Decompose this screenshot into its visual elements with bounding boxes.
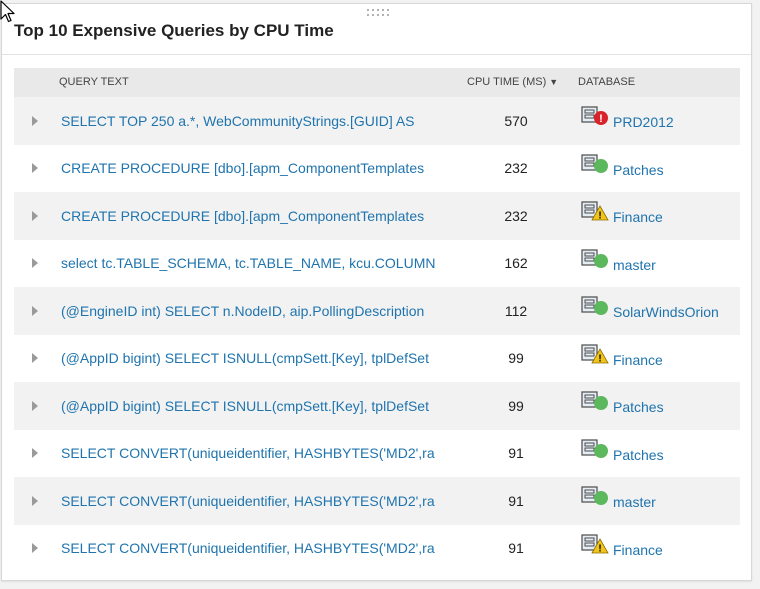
- expand-row-icon[interactable]: [32, 115, 38, 126]
- cpu-time-value: 99: [508, 350, 524, 367]
- expand-row-icon[interactable]: [32, 495, 38, 506]
- table-row: (@AppID bigint) SELECT ISNULL(cmpSett.[K…: [14, 382, 740, 430]
- expand-row-icon[interactable]: [32, 163, 38, 174]
- database-warning-icon: !: [581, 201, 609, 222]
- table-header: QUERY TEXT CPU TIME (MS) ▼ DATABASE: [14, 68, 740, 97]
- database-name: PRD2012: [613, 114, 674, 130]
- expand-row-icon[interactable]: [32, 305, 38, 316]
- query-text-link[interactable]: SELECT CONVERT(uniqueidentifier, HASHBYT…: [61, 445, 435, 461]
- expand-row-icon[interactable]: [32, 448, 38, 459]
- expensive-queries-widget: Top 10 Expensive Queries by CPU Time QUE…: [1, 3, 752, 581]
- mouse-pointer-icon: [0, 0, 15, 23]
- cpu-time-value: 91: [508, 492, 524, 509]
- database-up-icon: [581, 486, 608, 505]
- expand-row-icon[interactable]: [32, 400, 38, 411]
- expand-row-icon[interactable]: [32, 353, 38, 364]
- database-critical-icon: !: [581, 106, 608, 125]
- table-row: select tc.TABLE_SCHEMA, tc.TABLE_NAME, k…: [14, 240, 740, 288]
- svg-text:!: !: [598, 211, 601, 222]
- table-row: (@EngineID int) SELECT n.NodeID, aip.Pol…: [14, 287, 740, 335]
- table-row: CREATE PROCEDURE [dbo].[apm_ComponentTem…: [14, 145, 740, 193]
- database-warning-icon: !: [581, 533, 609, 554]
- database-name: master: [613, 256, 656, 273]
- database-name: Finance: [613, 541, 663, 558]
- database-name: Finance: [613, 351, 663, 368]
- database-name: SolarWindsOrion: [613, 304, 719, 320]
- expand-row-icon[interactable]: [32, 210, 38, 221]
- table-row: SELECT TOP 250 a.*, WebCommunityStrings.…: [14, 97, 740, 145]
- column-header-cpu-time[interactable]: CPU TIME (MS) ▼: [467, 68, 558, 97]
- database-warning-icon: !: [581, 343, 609, 364]
- database-name: master: [613, 494, 656, 510]
- cpu-time-value: 162: [504, 255, 528, 272]
- query-text-link[interactable]: SELECT CONVERT(uniqueidentifier, HASHBYT…: [61, 493, 435, 509]
- queries-table: QUERY TEXT CPU TIME (MS) ▼ DATABASE SELEC…: [14, 68, 740, 572]
- column-header-query-text: QUERY TEXT: [59, 76, 129, 88]
- query-text-link[interactable]: SELECT TOP 250 a.*, WebCommunityStrings.…: [61, 113, 415, 129]
- database-up-icon: [581, 438, 608, 458]
- cpu-time-value: 570: [504, 112, 528, 129]
- svg-text:!: !: [599, 113, 603, 125]
- cpu-time-value: 112: [504, 302, 528, 319]
- widget-title: Top 10 Expensive Queries by CPU Time: [14, 21, 334, 40]
- database-name: Finance: [613, 209, 663, 225]
- table-row: SELECT CONVERT(uniqueidentifier, HASHBYT…: [14, 525, 740, 573]
- query-text-link[interactable]: SELECT CONVERT(uniqueidentifier, HASHBYT…: [61, 540, 435, 556]
- table-row: SELECT CONVERT(uniqueidentifier, HASHBYT…: [14, 430, 740, 478]
- query-text-link[interactable]: CREATE PROCEDURE [dbo].[apm_ComponentTem…: [61, 160, 424, 176]
- cpu-time-header-label: CPU TIME (MS): [467, 76, 547, 88]
- cpu-time-value: 99: [508, 397, 524, 414]
- query-text-link[interactable]: CREATE PROCEDURE [dbo].[apm_ComponentTem…: [61, 208, 424, 224]
- database-up-icon: [581, 296, 608, 315]
- cpu-time-value: 91: [508, 445, 524, 462]
- cpu-time-value: 232: [504, 160, 528, 177]
- query-text-link[interactable]: (@EngineID int) SELECT n.NodeID, aip.Pol…: [61, 303, 424, 319]
- sort-descending-icon: ▼: [549, 77, 559, 87]
- query-text-link[interactable]: (@AppID bigint) SELECT ISNULL(cmpSett.[K…: [61, 350, 429, 366]
- query-text-link[interactable]: select tc.TABLE_SCHEMA, tc.TABLE_NAME, k…: [61, 255, 435, 271]
- database-name: Patches: [613, 399, 664, 415]
- database-up-icon: [581, 153, 608, 173]
- svg-text:!: !: [598, 543, 601, 554]
- drag-handle-icon[interactable]: [367, 9, 389, 18]
- expand-row-icon[interactable]: [32, 543, 38, 554]
- database-name: Patches: [613, 161, 664, 178]
- database-up-icon: [581, 248, 608, 268]
- svg-text:!: !: [598, 353, 601, 364]
- query-text-link[interactable]: (@AppID bigint) SELECT ISNULL(cmpSett.[K…: [61, 398, 429, 414]
- table-row: CREATE PROCEDURE [dbo].[apm_ComponentTem…: [14, 192, 740, 240]
- table-row: SELECT CONVERT(uniqueidentifier, HASHBYT…: [14, 477, 740, 525]
- table-row: (@AppID bigint) SELECT ISNULL(cmpSett.[K…: [14, 335, 740, 383]
- column-header-database: DATABASE: [578, 76, 636, 88]
- table-body: SELECT TOP 250 a.*, WebCommunityStrings.…: [14, 97, 740, 572]
- cpu-time-value: 91: [508, 540, 524, 557]
- database-name: Patches: [613, 446, 664, 463]
- database-up-icon: [581, 391, 608, 410]
- cpu-time-value: 232: [504, 207, 528, 224]
- expand-row-icon[interactable]: [32, 258, 38, 269]
- title-divider: [2, 54, 751, 55]
